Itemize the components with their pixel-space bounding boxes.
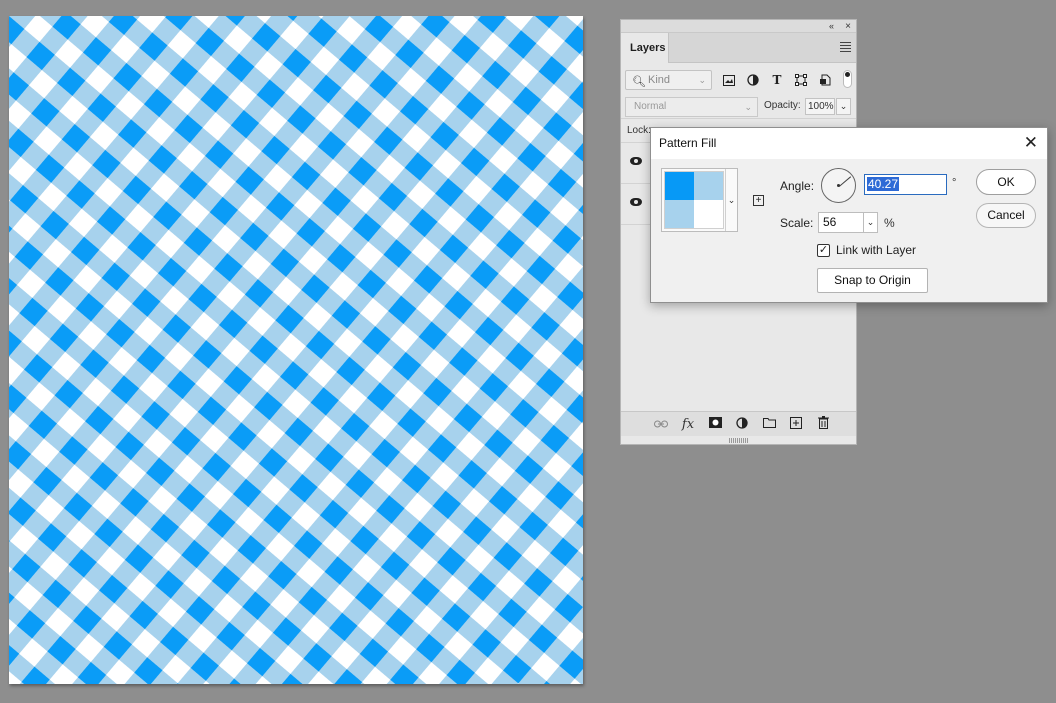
smart-object-filter-icon[interactable] <box>818 73 832 87</box>
kind-filter-label: Kind <box>648 74 671 86</box>
opacity-dropdown-icon[interactable]: ⌄ <box>836 98 851 115</box>
angle-dial[interactable] <box>821 168 856 203</box>
ok-button[interactable]: OK <box>976 169 1036 195</box>
opacity-label: Opacity: <box>764 100 801 111</box>
chevron-down-icon: ⌄ <box>698 75 706 85</box>
close-icon[interactable]: ✕ <box>1024 133 1038 153</box>
pattern-fill-dialog: Pattern Fill ✕ ⌄ + Angle: 40.27 ° Scale:… <box>650 127 1048 303</box>
dialog-title-bar[interactable]: Pattern Fill ✕ <box>651 128 1047 159</box>
collapse-panel-icon[interactable]: « <box>829 20 834 33</box>
dialog-title: Pattern Fill <box>659 136 717 150</box>
blend-mode-select[interactable]: Normal ⌄ <box>625 97 758 117</box>
layer-filter-row: 🔍︎ Kind ⌄ T <box>621 63 856 93</box>
angle-input[interactable]: 40.27 <box>864 174 947 195</box>
panel-title-bar: « × <box>621 20 856 33</box>
layers-bottom-toolbar: fx <box>621 411 856 436</box>
opacity-input[interactable]: 100% <box>805 98 835 115</box>
gingham-pattern <box>9 16 583 684</box>
new-preset-icon[interactable]: + <box>753 195 764 206</box>
angle-label: Angle: <box>780 179 815 193</box>
search-icon: 🔍︎ <box>632 76 646 88</box>
snap-to-origin-button[interactable]: Snap to Origin <box>817 268 928 293</box>
kind-filter-select[interactable]: 🔍︎ Kind ⌄ <box>625 70 712 90</box>
pattern-swatch-preview <box>664 171 724 229</box>
angle-value: 40.27 <box>867 177 900 191</box>
link-with-layer-checkbox[interactable]: ✓ <box>817 244 830 257</box>
new-layer-icon[interactable] <box>789 416 803 432</box>
blend-mode-value: Normal <box>634 101 667 112</box>
shape-filter-icon[interactable] <box>794 73 808 87</box>
close-panel-icon[interactable]: × <box>845 20 851 33</box>
percent-symbol: % <box>884 216 895 230</box>
panel-resize-grip[interactable] <box>729 438 749 443</box>
pattern-picker[interactable]: ⌄ <box>661 168 738 232</box>
trash-icon[interactable] <box>816 416 830 432</box>
chevron-down-icon[interactable]: ⌄ <box>725 169 737 231</box>
adjustment-icon[interactable] <box>735 416 749 432</box>
mask-icon[interactable] <box>708 417 722 431</box>
folder-icon[interactable] <box>762 417 776 431</box>
panel-menu-icon[interactable] <box>840 42 851 52</box>
fx-icon[interactable]: fx <box>681 417 695 432</box>
link-with-layer-label[interactable]: Link with Layer <box>836 243 916 257</box>
link-icon[interactable] <box>654 417 668 431</box>
image-filter-icon[interactable] <box>722 73 736 87</box>
scale-label: Scale: <box>780 216 814 230</box>
document-canvas[interactable] <box>9 16 583 684</box>
visibility-eye-icon[interactable] <box>630 198 642 206</box>
tab-layers[interactable]: Layers <box>621 33 669 63</box>
chevron-down-icon: ⌄ <box>744 102 752 112</box>
visibility-eye-icon[interactable] <box>630 157 642 165</box>
adjustment-filter-icon[interactable] <box>746 73 760 87</box>
lock-label: Lock: <box>627 125 651 136</box>
scale-dropdown-icon[interactable]: ⌄ <box>863 212 878 233</box>
filter-toggle-switch[interactable] <box>843 70 852 88</box>
type-filter-icon[interactable]: T <box>770 73 784 87</box>
panel-tab-bar: Layers <box>621 33 856 63</box>
scale-input[interactable]: 56 <box>818 212 864 233</box>
cancel-button[interactable]: Cancel <box>976 203 1036 228</box>
degree-symbol: ° <box>952 177 957 189</box>
blend-row: Normal ⌄ Opacity: 100% ⌄ <box>621 93 856 119</box>
